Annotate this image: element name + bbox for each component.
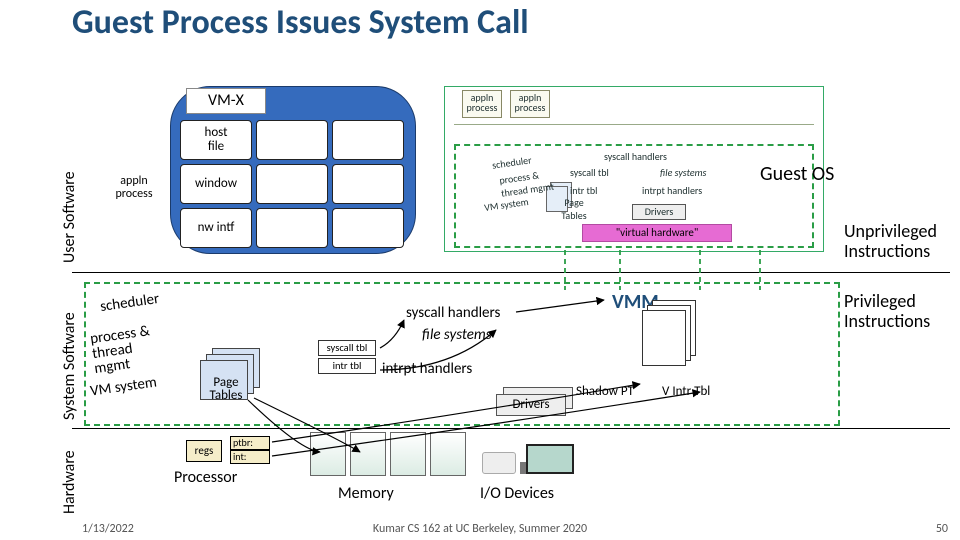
guest-pt-label: Page Tables bbox=[554, 196, 594, 222]
vmx-grid: hostfile window nw intf bbox=[180, 120, 404, 248]
vmx-cell bbox=[332, 164, 404, 204]
arrows-overlay bbox=[0, 0, 960, 540]
guest-syscall-tbl: syscall tbl bbox=[570, 166, 609, 179]
reg-ptbr: ptbr: bbox=[230, 436, 270, 450]
regs-box: regs bbox=[186, 440, 222, 462]
processor-label: Processor bbox=[174, 468, 237, 487]
axis-user: User Software bbox=[60, 88, 79, 263]
anno-privileged: Privileged Instructions bbox=[844, 292, 960, 332]
reg-values: ptbr: int: bbox=[230, 436, 270, 464]
vmx-cell-hostfile: hostfile bbox=[180, 120, 252, 160]
sys-tables: syscall tbl intr tbl bbox=[318, 340, 376, 376]
guest-appln-2: appln process bbox=[510, 90, 550, 118]
appln-process: applnprocess bbox=[105, 175, 163, 201]
guest-appln-1: appln process bbox=[462, 90, 502, 118]
sys-syscall-tbl: syscall tbl bbox=[318, 340, 376, 356]
guest-file-systems: file systems bbox=[660, 166, 706, 179]
io-devices bbox=[482, 440, 592, 480]
guest-intr-tbl: intr tbl bbox=[570, 184, 597, 197]
reg-int: int: bbox=[230, 450, 270, 464]
vmx-cell bbox=[256, 164, 328, 204]
axis-hardware: Hardware bbox=[60, 426, 79, 514]
axis-system: System Software bbox=[60, 286, 79, 420]
vmx-cell bbox=[332, 120, 404, 160]
virtual-hardware-label: "virtual hardware" bbox=[582, 224, 732, 242]
guest-syscall-handlers: syscall handlers bbox=[604, 150, 667, 163]
mouse-icon bbox=[482, 452, 516, 474]
monitor-icon bbox=[526, 444, 574, 474]
sys-intr-tbl: intr tbl bbox=[318, 358, 376, 374]
sys-drivers: Drivers bbox=[496, 394, 566, 416]
sys-file-systems: file systems bbox=[422, 326, 492, 344]
sys-pt-label: Page Tables bbox=[204, 376, 248, 402]
anno-unprivileged: Unprivileged Instructions bbox=[844, 222, 960, 262]
guest-os-title: Guest OS bbox=[760, 162, 834, 186]
slide-title: Guest Process Issues System Call bbox=[72, 2, 529, 43]
shadow-pt-label: Shadow PT bbox=[576, 384, 634, 399]
sys-intrpt-handlers: intrpt handlers bbox=[382, 360, 472, 378]
footer-center: Kumar CS 162 at UC Berkeley, Summer 2020 bbox=[0, 522, 960, 536]
guest-intrpt-handlers: intrpt handlers bbox=[642, 184, 702, 197]
vmx-cell-window: window bbox=[180, 164, 252, 204]
vmx-title: VM-X bbox=[186, 88, 266, 114]
vmx-cell-nwintf: nw intf bbox=[180, 208, 252, 248]
vmx-cell bbox=[332, 208, 404, 248]
guest-drivers: Drivers bbox=[632, 204, 686, 220]
vmx-cell bbox=[256, 120, 328, 160]
v-intr-tbl-label: V Intr Tbl bbox=[662, 384, 710, 399]
vmx-cell bbox=[256, 208, 328, 248]
memory-label: Memory bbox=[338, 484, 394, 503]
sys-syscall-handlers: syscall handlers bbox=[406, 304, 500, 322]
footer-page: 50 bbox=[936, 522, 948, 536]
io-label: I/O Devices bbox=[480, 484, 554, 503]
